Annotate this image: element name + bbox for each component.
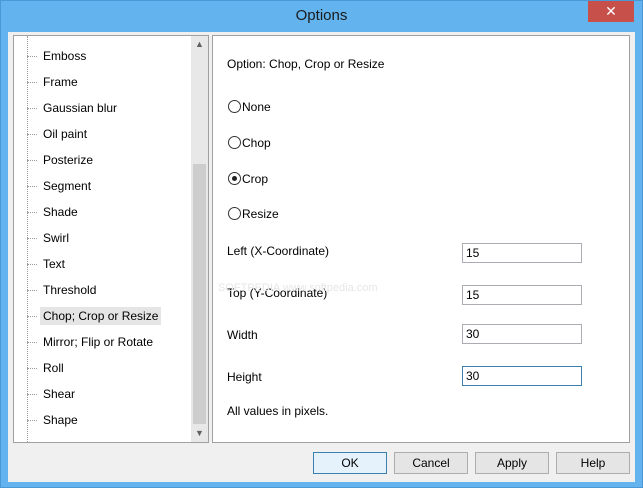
- radio-button[interactable]: [228, 207, 241, 221]
- close-icon: ✕: [605, 3, 617, 19]
- chevron-down-icon: ▼: [195, 428, 204, 438]
- option-title: Option: Chop, Crop or Resize: [227, 57, 385, 71]
- tree-item-chop-crop-resize[interactable]: Chop; Crop or Resize: [27, 305, 192, 327]
- tree-item-label: Gaussian blur: [43, 101, 118, 115]
- tree-scrollbar[interactable]: ▲ ▼: [191, 36, 208, 442]
- tree-item-swirl[interactable]: Swirl: [27, 227, 192, 249]
- radio-chop[interactable]: Chop: [228, 135, 271, 151]
- tree-item-shade[interactable]: Shade: [27, 201, 192, 223]
- height-label: Height: [227, 370, 262, 384]
- title-bar[interactable]: Options ✕: [1, 1, 642, 32]
- tree-item-mirror-flip-rotate[interactable]: Mirror; Flip or Rotate: [27, 331, 192, 353]
- tree-item-label: Segment: [43, 179, 92, 193]
- tree-item-label: Emboss: [43, 49, 87, 63]
- apply-button[interactable]: Apply: [475, 452, 549, 474]
- tree-item-shear[interactable]: Shear: [27, 383, 192, 405]
- radio-button[interactable]: [228, 136, 241, 150]
- units-note: All values in pixels.: [227, 404, 329, 418]
- tree-item-label: Shade: [43, 205, 78, 219]
- tree-item-label: Chop; Crop or Resize: [40, 307, 162, 325]
- help-button[interactable]: Help: [556, 452, 630, 474]
- chevron-up-icon: ▲: [195, 39, 204, 49]
- radio-none[interactable]: None: [228, 99, 271, 115]
- tree-item-label: Shape: [43, 413, 78, 427]
- scroll-up-button[interactable]: ▲: [191, 36, 208, 53]
- left-field[interactable]: 15: [462, 243, 582, 263]
- radio-button[interactable]: [228, 172, 241, 186]
- tree-item-label: Text: [43, 257, 66, 271]
- radio-label: Resize: [242, 206, 279, 221]
- top-field[interactable]: 15: [462, 285, 582, 305]
- height-field[interactable]: 30: [462, 366, 582, 386]
- left-label: Left (X-Coordinate): [227, 244, 330, 258]
- tree-item-label: Mirror; Flip or Rotate: [43, 335, 154, 349]
- radio-crop[interactable]: Crop: [228, 171, 268, 187]
- width-field[interactable]: 30: [462, 324, 582, 344]
- tree-item-threshold[interactable]: Threshold: [27, 279, 192, 301]
- tree-item-label: Frame: [43, 75, 78, 89]
- window-title: Options: [295, 7, 348, 24]
- radio-button[interactable]: [228, 100, 241, 114]
- tree-item-label: Threshold: [43, 283, 97, 297]
- watermark: SOFTPEDIA www.softpedia.com: [218, 282, 378, 294]
- tree-item-frame[interactable]: Frame: [27, 71, 192, 93]
- radio-label: None: [242, 99, 271, 114]
- radio-label: Crop: [242, 171, 269, 186]
- tree-item-gaussian-blur[interactable]: Gaussian blur: [27, 97, 192, 119]
- width-label: Width: [227, 328, 258, 342]
- tree-items: Emboss Frame Gaussian blur Oil paint Pos…: [14, 36, 192, 442]
- ok-button[interactable]: OK: [313, 452, 387, 474]
- tree-item-label: Oil paint: [43, 127, 88, 141]
- tree-item-shape[interactable]: Shape: [27, 409, 192, 431]
- radio-label: Chop: [242, 135, 271, 150]
- tree-item-label: Shear: [43, 387, 76, 401]
- options-panel: Option: Chop, Crop or Resize None Chop C…: [212, 35, 630, 443]
- tree-item-label: Swirl: [43, 231, 69, 245]
- tree-item-roll[interactable]: Roll: [27, 357, 192, 379]
- tree-item-label: Posterize: [43, 153, 94, 167]
- radio-resize[interactable]: Resize: [228, 206, 279, 222]
- tree-item-emboss[interactable]: Emboss: [27, 45, 192, 67]
- tree-item-segment[interactable]: Segment: [27, 175, 192, 197]
- dialog-body: Emboss Frame Gaussian blur Oil paint Pos…: [8, 32, 635, 482]
- scroll-thumb[interactable]: [193, 164, 206, 424]
- cancel-button[interactable]: Cancel: [394, 452, 468, 474]
- tree-item-label: Roll: [43, 361, 64, 375]
- tree-item-text[interactable]: Text: [27, 253, 192, 275]
- scroll-down-button[interactable]: ▼: [191, 425, 208, 442]
- close-button[interactable]: ✕: [588, 1, 634, 22]
- effects-tree: Emboss Frame Gaussian blur Oil paint Pos…: [13, 35, 209, 443]
- options-window: Options ✕ Emboss Frame Gaussian blur Oil…: [0, 0, 643, 488]
- tree-item-posterize[interactable]: Posterize: [27, 149, 192, 171]
- tree-item-oil-paint[interactable]: Oil paint: [27, 123, 192, 145]
